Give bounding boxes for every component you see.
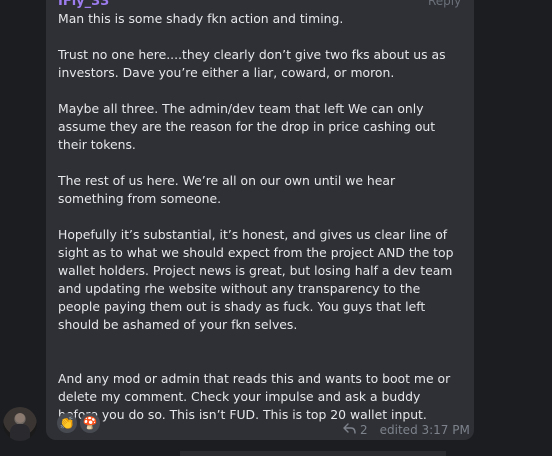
avatar-head [15,413,25,423]
clapping-hands-icon: 👏 [59,416,75,430]
message-paragraph-4: The rest of us here. We’re all on our ow… [58,173,396,206]
message-paragraph-3: Maybe all three. The admin/dev team that… [58,101,436,152]
reply-button[interactable]: Reply [428,0,461,8]
reaction-mushroom[interactable]: 🍄 [80,413,100,433]
next-message-edge [180,451,446,456]
message-paragraph-5: Hopefully it’s substantial, it’s honest,… [58,227,454,332]
message-paragraph-2: Trust no one here....they clearly don’t … [58,47,446,80]
reaction-clapping-hands[interactable]: 👏 [57,413,77,433]
sender-name[interactable]: IFly_33 [58,0,109,9]
message-paragraph-1: Man this is some shady fkn action and ti… [58,11,344,26]
message-text: Man this is some shady fkn action and ti… [58,10,463,424]
edited-timestamp: edited 3:17 PM [379,423,470,437]
avatar[interactable] [3,407,37,441]
green-mushroom-icon: 🍄 [82,416,98,430]
reactions-bar: 👏 🍄 [57,413,100,433]
reply-arrow-icon[interactable] [343,423,356,437]
message-meta: 2 edited 3:17 PM [343,423,470,437]
message-paragraph-6: And any mod or admin that reads this and… [58,371,451,422]
reply-count[interactable]: 2 [360,423,368,437]
avatar-torso [10,424,30,441]
